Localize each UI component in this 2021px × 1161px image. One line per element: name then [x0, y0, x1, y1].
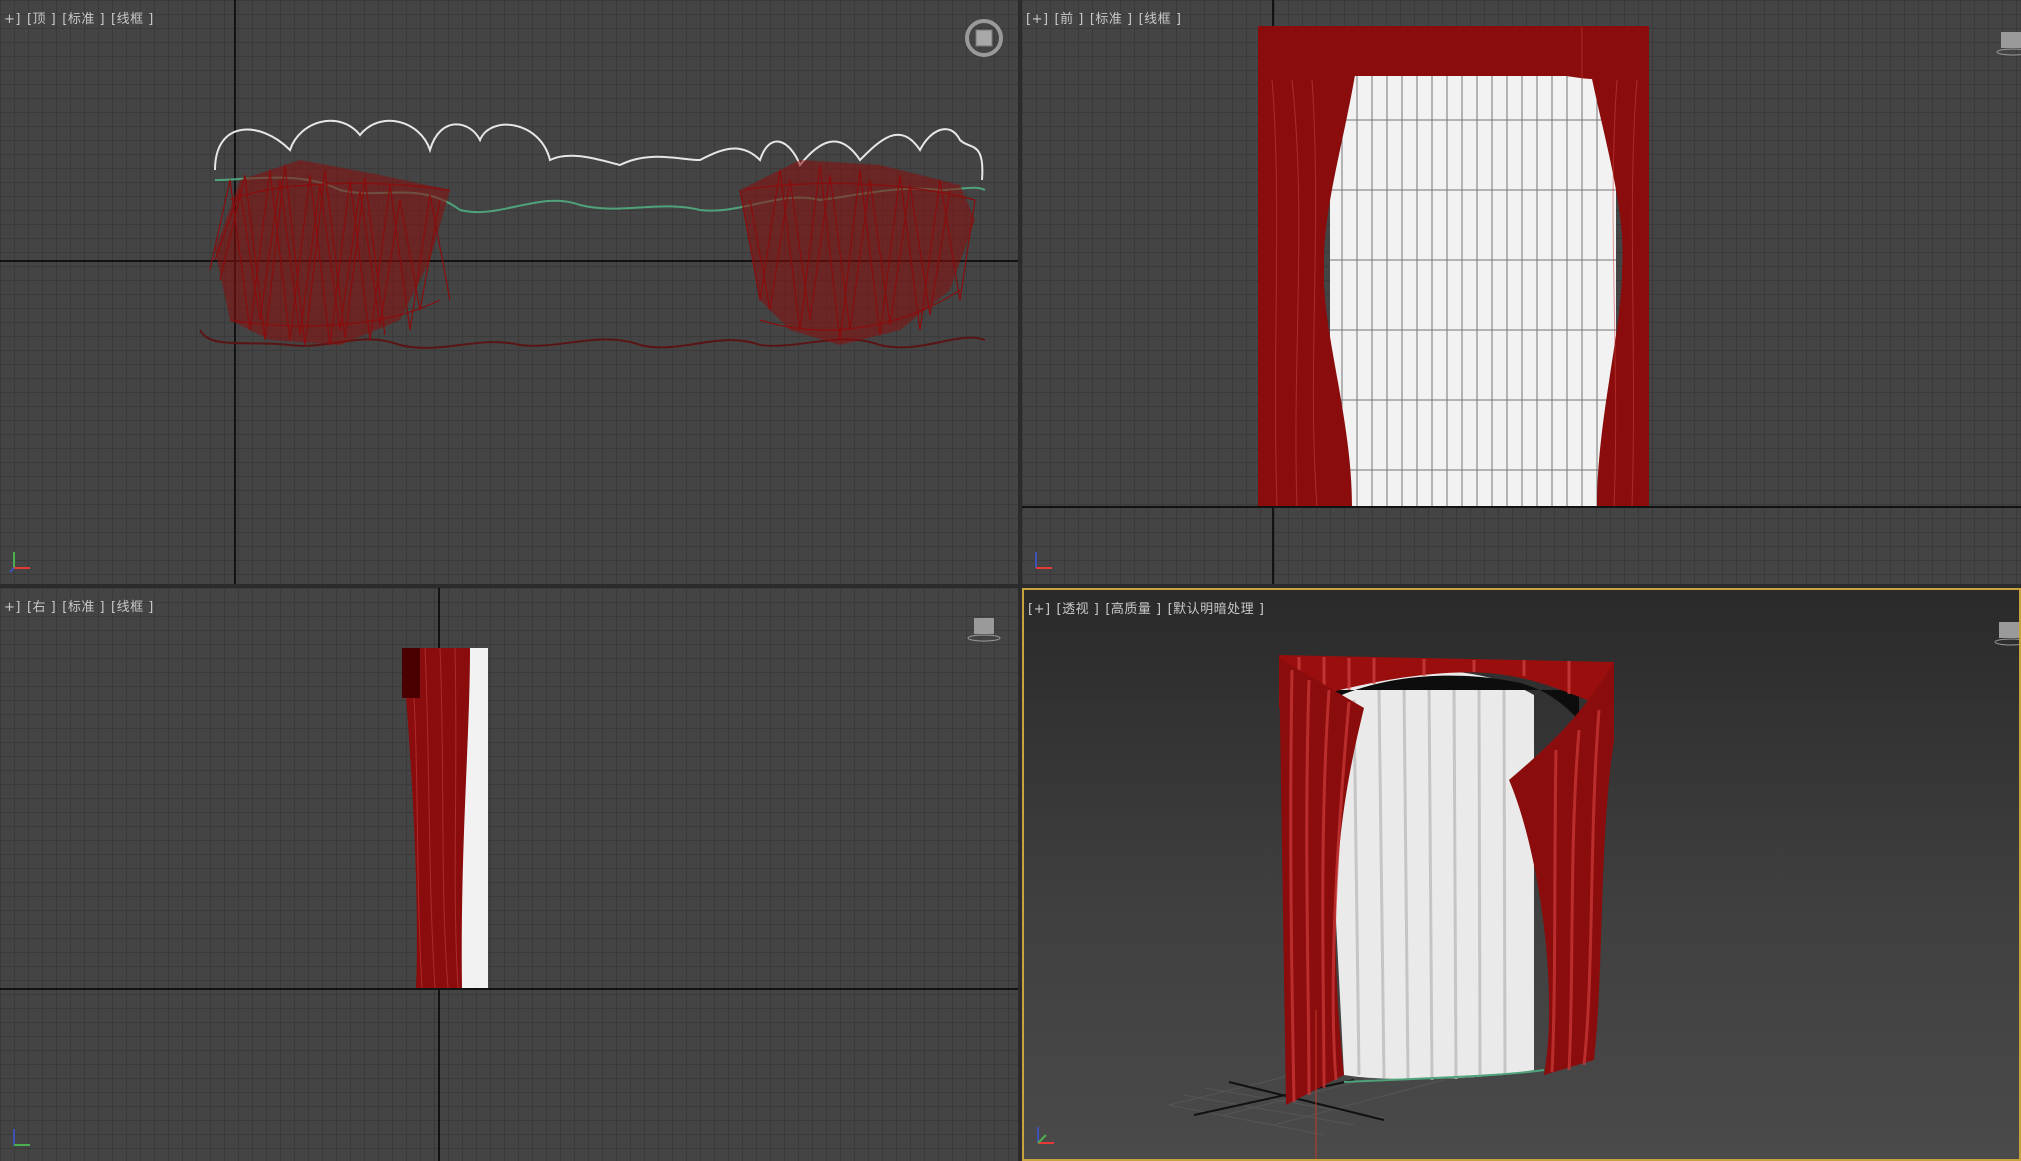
side-view-geometry [402, 647, 488, 989]
right-curtain-fill [740, 160, 975, 345]
viewport-right[interactable]: +] [右 ] [标准 ] [线框 ] [0, 588, 1018, 1161]
viewport-top[interactable]: +] [顶 ] [标准 ] [线框 ] [0, 0, 1018, 584]
view-cube-icon[interactable] [1993, 614, 2019, 654]
left-curtain-fill [215, 160, 450, 345]
top-view-geometry [199, 119, 986, 349]
sheer-curtain [1330, 62, 1616, 506]
view-cube-icon[interactable] [964, 612, 1004, 652]
axis-tripod-icon [1032, 1123, 1058, 1149]
axis-tripod-icon [8, 1125, 34, 1151]
axis-tripod-icon [8, 548, 34, 574]
viewport-front[interactable]: [+] [前 ] [标准 ] [线框 ] [1022, 0, 2021, 584]
front-view-geometry [1258, 26, 1649, 507]
perspective-geometry [1168, 655, 1614, 1159]
view-cube-icon[interactable] [964, 18, 1004, 58]
viewport-top-label[interactable]: +] [顶 ] [标准 ] [线框 ] [4, 8, 160, 27]
viewport-right-label[interactable]: +] [右 ] [标准 ] [线框 ] [4, 596, 160, 615]
view-cube-icon[interactable] [1995, 24, 2021, 64]
side-drape [402, 648, 470, 988]
axis-tripod-icon [1030, 548, 1056, 574]
viewport-perspective-label[interactable]: [+] [透视 ] [高质量 ] [默认明暗处理 ] [1028, 598, 1270, 617]
viewport-perspective[interactable]: [+] [透视 ] [高质量 ] [默认明暗处理 ] [1022, 588, 2021, 1161]
viewport-front-label[interactable]: [+] [前 ] [标准 ] [线框 ] [1026, 8, 1187, 27]
